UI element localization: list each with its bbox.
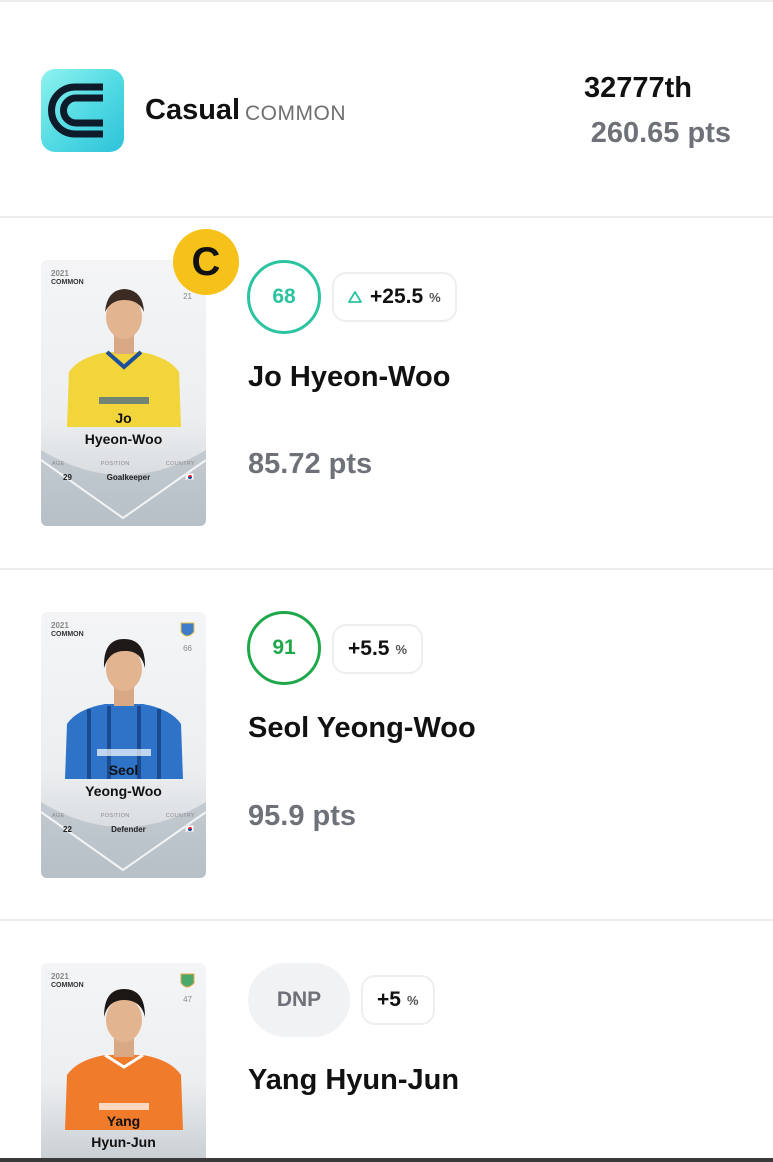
- card-position: Defender: [111, 825, 146, 834]
- card-age-label: AGE: [52, 813, 65, 819]
- bonus-pill: +5.5 %: [332, 624, 424, 674]
- dnp-badge: DNP: [248, 963, 350, 1037]
- percent-sign: %: [395, 641, 408, 657]
- captain-badge: C: [173, 229, 239, 295]
- player-card[interactable]: 2021 COMMON 66 Seol Yeong-Woo AGE POSITI…: [41, 612, 206, 878]
- card-number: 21: [183, 292, 192, 301]
- percent-sign: %: [406, 992, 419, 1008]
- card-rarity: COMMON: [51, 279, 84, 286]
- player-row[interactable]: 2021 COMMON 47 Yang Hyun-Jun DNP +5 % Ya…: [0, 921, 773, 1162]
- bonus-value: +5: [377, 988, 401, 1011]
- player-points: 95.9 pts: [248, 800, 356, 832]
- korea-flag-icon: [185, 825, 194, 832]
- card-season: 2021: [51, 269, 69, 278]
- league-name: Casual: [145, 94, 241, 126]
- player-row[interactable]: 2021 COMMON 66 Seol Yeong-Woo AGE POSITI…: [0, 570, 773, 921]
- league-c-logo-icon: [41, 69, 124, 152]
- card-meta-values: 22 Defender: [41, 825, 206, 834]
- player-name: Yang Hyun-Jun: [248, 1064, 460, 1096]
- card-meta-labels: AGE POSITION COUNTRY: [41, 461, 206, 467]
- card-meta-values: 29 Goalkeeper: [41, 473, 206, 482]
- player-points: 85.72 pts: [248, 448, 373, 480]
- bonus-pill: +25.5 %: [332, 272, 457, 322]
- player-card[interactable]: 2021 COMMON 47 Yang Hyun-Jun: [41, 963, 206, 1162]
- player-name: Seol Yeong-Woo: [248, 712, 476, 744]
- score-ring: 91: [247, 611, 321, 685]
- player-photo: [65, 639, 183, 779]
- card-first-name: Seol: [108, 762, 139, 778]
- rank: 32777th: [583, 72, 692, 104]
- league-rarity: COMMON: [245, 102, 346, 125]
- card-country-label: COUNTRY: [165, 813, 195, 819]
- card-age-label: AGE: [52, 461, 65, 467]
- player-name: Jo Hyeon-Woo: [248, 361, 451, 393]
- card-first-name: Jo: [115, 410, 132, 426]
- card-last-name: Hyeon-Woo: [84, 431, 163, 447]
- card-last-name: Hyun-Jun: [91, 1134, 156, 1150]
- card-number: 47: [183, 995, 192, 1004]
- score-ring: 68: [247, 260, 321, 334]
- bonus-pill: +5 %: [361, 975, 435, 1025]
- card-age: 29: [63, 473, 72, 482]
- card-rarity: COMMON: [51, 982, 84, 989]
- triangle-up-icon: [348, 291, 362, 303]
- card-number: 66: [183, 644, 192, 653]
- card-rarity: COMMON: [51, 631, 84, 638]
- player-row[interactable]: 2021 COMMON 21 Jo Hyeon-Woo AGE POSITION…: [0, 218, 773, 570]
- bonus-value: +25.5: [370, 285, 424, 308]
- bottom-edge-bar: [0, 1158, 773, 1162]
- card-first-name: Yang: [106, 1113, 141, 1129]
- league-header[interactable]: Casual COMMON 32777th 260.65 pts: [0, 2, 773, 218]
- player-photo: [67, 289, 181, 427]
- card-country-label: COUNTRY: [165, 461, 195, 467]
- card-meta-labels: AGE POSITION COUNTRY: [41, 813, 206, 819]
- korea-flag-icon: [184, 473, 194, 480]
- card-last-name: Yeong-Woo: [85, 783, 162, 799]
- bonus-value: +5.5: [348, 637, 390, 660]
- player-photo: [65, 989, 183, 1130]
- percent-sign: %: [429, 289, 441, 305]
- card-position: Goalkeeper: [106, 473, 151, 482]
- card-position-label: POSITION: [100, 461, 130, 467]
- card-season: 2021: [51, 621, 69, 630]
- card-age: 22: [63, 825, 72, 834]
- card-position-label: POSITION: [100, 813, 130, 819]
- player-card[interactable]: 2021 COMMON 21 Jo Hyeon-Woo AGE POSITION…: [41, 260, 206, 526]
- card-season: 2021: [51, 972, 69, 981]
- total-points: 260.65 pts: [590, 117, 731, 149]
